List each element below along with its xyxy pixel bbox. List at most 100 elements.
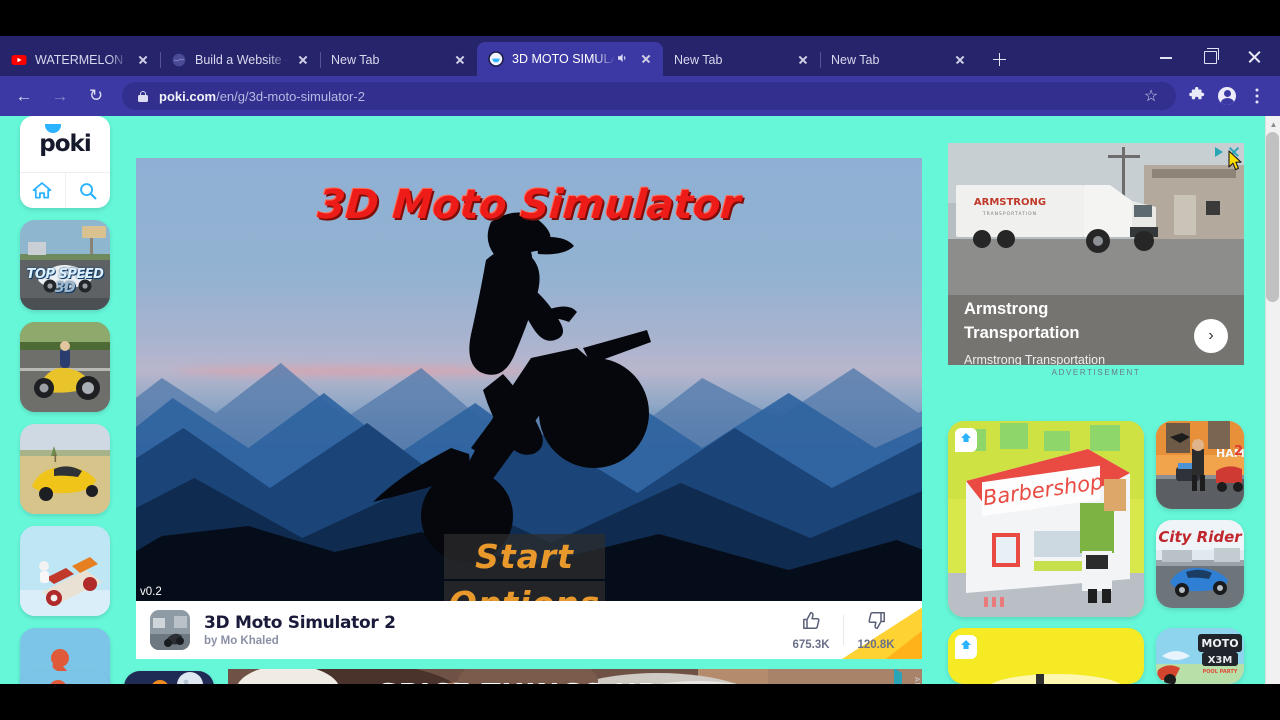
url-path: /en/g/3d-moto-simulator-2 — [216, 88, 365, 104]
game-info-text: 3D Moto Simulator 2 by Mo Khaled — [204, 613, 396, 647]
start-button[interactable]: Start — [444, 534, 605, 579]
page-viewport: poki TOP SPEED 3D 3D Moto Simulator Star… — [0, 116, 1280, 684]
reload-icon: ↻ — [88, 86, 104, 106]
ad-title-line1: Armstrong — [964, 300, 1049, 318]
tab-close-button[interactable] — [637, 50, 655, 68]
sidebar-game-halloween-moto[interactable] — [124, 671, 214, 684]
scroll-up-arrow[interactable]: ▲ — [1266, 116, 1280, 132]
poki-flag-icon — [955, 635, 977, 659]
svg-text:MOTO: MOTO — [1201, 637, 1238, 650]
tab-title: WATERMELON vs 500 R — [35, 52, 128, 67]
page-scrollbar[interactable]: ▲ — [1265, 116, 1280, 684]
extensions-puzzle-icon[interactable] — [1182, 81, 1212, 111]
address-toolbar: ← → ↻ poki.com/en/g/3d-moto-simulator-2 … — [0, 76, 1280, 116]
ad-subtitle: Armstrong Transportation — [964, 353, 1106, 365]
tab-title: New Tab — [674, 52, 723, 67]
scrollbar-thumb[interactable] — [1266, 132, 1279, 302]
motocross-rider-silhouette — [373, 212, 651, 562]
tab-close-button[interactable] — [794, 51, 812, 69]
game-version-label: v0.2 — [140, 586, 162, 598]
poki-actions — [20, 172, 110, 208]
maximize-button[interactable] — [1188, 39, 1232, 73]
chrome-menu-icon[interactable] — [1242, 81, 1272, 111]
tile-art — [20, 526, 110, 616]
browser-tab-active[interactable]: 3D MOTO SIMULAT — [477, 42, 663, 76]
url-domain: poki.com — [159, 88, 217, 104]
ad-title: Armstrong Transportation — [964, 298, 1164, 346]
svg-text:TRANSPORTATION: TRANSPORTATION — [982, 211, 1037, 217]
recommended-game-hammer-2[interactable]: HAMMER 2 — [1156, 421, 1244, 509]
svg-text:X3M: X3M — [1208, 655, 1233, 666]
like-button[interactable]: 675.3K — [779, 610, 843, 651]
new-tab-button[interactable] — [985, 45, 1013, 73]
tab-title: 3D MOTO SIMULAT — [512, 52, 615, 66]
thumbs-up-icon — [779, 610, 843, 636]
browser-tab[interactable]: New Tab — [663, 43, 821, 76]
tile-art — [20, 424, 110, 514]
game-info-title: 3D Moto Simulator 2 — [204, 613, 396, 633]
adchoices-icon[interactable] — [894, 669, 902, 684]
profile-avatar-icon[interactable] — [1212, 81, 1242, 111]
ad-image: ARMSTRONG TRANSPORTATION — [948, 143, 1244, 295]
tile-title: TOP SPEED 3D — [26, 267, 104, 296]
tab-title: New Tab — [331, 52, 380, 67]
sidebar-game-bike-racer[interactable] — [20, 671, 110, 684]
search-icon[interactable] — [64, 173, 111, 208]
tab-close-button[interactable] — [294, 51, 312, 69]
sidebar-game-truck[interactable] — [20, 526, 110, 616]
sidebar-game-motorbike[interactable] — [20, 322, 110, 412]
poki-logo: poki — [20, 116, 110, 172]
window-controls — [1144, 36, 1280, 76]
recommended-game-yellow[interactable] — [948, 628, 1144, 684]
browser-tab[interactable]: WATERMELON vs 500 R — [0, 43, 161, 76]
tile-art: City Rider — [1156, 520, 1244, 608]
back-button[interactable]: ← — [8, 80, 40, 112]
browser-tab[interactable]: New Tab — [820, 43, 977, 76]
sidebar-game-yellow-car[interactable] — [20, 424, 110, 514]
reload-button[interactable]: ↻ — [80, 80, 112, 112]
svg-text:2: 2 — [1234, 444, 1243, 459]
close-window-button[interactable] — [1232, 39, 1276, 73]
sidebar-game-top-speed-3d[interactable]: TOP SPEED 3D — [20, 220, 110, 310]
thumbs-down-icon — [844, 610, 908, 636]
banner-ad-caption: SPICE THINGS UP — [378, 677, 659, 684]
forward-button[interactable]: → — [44, 80, 76, 112]
recommended-game-moto-x3m[interactable]: MOTO X3M POOL PARTY — [1156, 628, 1244, 684]
tile-art: MOTO X3M POOL PARTY — [1156, 628, 1244, 684]
display-ad[interactable]: ARMSTRONG TRANSPORTATION Armstrong Trans… — [948, 143, 1244, 365]
dislike-count: 120.8K — [857, 638, 895, 651]
game-title: 3D Moto Simulator — [316, 182, 742, 228]
tile-art — [948, 628, 1144, 684]
browser-tab[interactable]: New Tab — [320, 43, 477, 76]
tile-art: HAMMER 2 — [1156, 421, 1244, 509]
ad-title-line2: Transportation — [964, 323, 1080, 342]
game-canvas[interactable]: 3D Moto Simulator Start Options v0.2 — [136, 158, 922, 601]
tab-close-button[interactable] — [451, 51, 469, 69]
tile-art — [124, 671, 214, 684]
address-bar[interactable]: poki.com/en/g/3d-moto-simulator-2 ☆ — [122, 82, 1176, 110]
tab-close-button[interactable] — [951, 51, 969, 69]
svg-text:ARMSTRONG: ARMSTRONG — [974, 197, 1046, 208]
minimize-button[interactable] — [1144, 39, 1188, 73]
tab-close-button[interactable] — [134, 51, 152, 69]
poki-icon — [488, 51, 504, 67]
browser-tab[interactable]: Build a Website – Webs — [160, 43, 321, 76]
recommended-game-barbershop[interactable]: Barbershop — [948, 421, 1144, 617]
tab-strip: WATERMELON vs 500 R Build a Website – We… — [0, 36, 1280, 76]
speaker-icon[interactable] — [615, 51, 629, 67]
adchoices-icon[interactable] — [1215, 147, 1223, 157]
tile-art — [20, 220, 110, 310]
dislike-button[interactable]: 120.8K — [844, 610, 908, 651]
tile-art — [20, 322, 110, 412]
home-icon[interactable] — [20, 173, 65, 208]
recommended-game-city-rider[interactable]: City Rider — [1156, 520, 1244, 608]
generic-page-icon — [171, 52, 187, 68]
lock-icon — [136, 89, 150, 103]
bookmark-star-icon[interactable]: ☆ — [1136, 81, 1166, 111]
poki-logo-card[interactable]: poki — [20, 116, 110, 208]
game-info-author: by Mo Khaled — [204, 635, 279, 647]
bottom-banner-ad[interactable]: SPICE THINGS UP ASTROGLIDE ADVERTISEMENT — [228, 669, 922, 684]
tile-art: Barbershop — [948, 421, 1144, 617]
options-button[interactable]: Options — [444, 581, 605, 601]
ad-next-button[interactable]: › — [1194, 319, 1228, 353]
